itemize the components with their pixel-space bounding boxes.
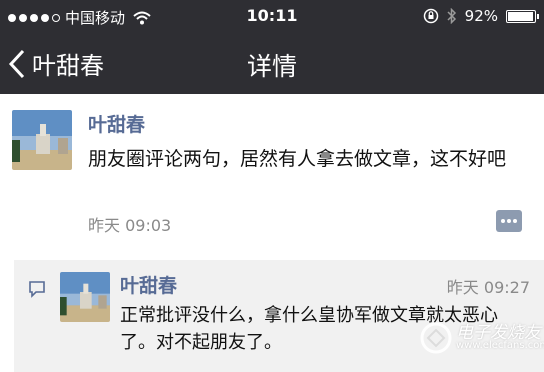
moment-post: 叶甜春 朋友圈评论两句，居然有人拿去做文章，这不好吧 昨天 09:03: [0, 94, 544, 252]
post-content: 朋友圈评论两句，居然有人拿去做文章，这不好吧: [88, 148, 507, 170]
status-bar: 中国移动 10:11 92%: [0, 0, 544, 32]
comment-time: 昨天 09:27: [446, 278, 530, 297]
page-title: 详情: [246, 52, 297, 81]
avatar[interactable]: [60, 272, 110, 322]
bluetooth-icon: [447, 8, 456, 24]
lock-rotation-icon: [423, 8, 438, 24]
comment-action-icon[interactable]: [496, 210, 522, 232]
battery-icon: [506, 9, 539, 23]
comment-text: 正常批评没什么，拿什么皇协军做文章就太恶心了。对不起朋友了。: [120, 305, 498, 353]
avatar[interactable]: [12, 110, 72, 170]
post-author[interactable]: 叶甜春: [88, 110, 145, 137]
comment-author[interactable]: 叶甜春: [120, 271, 177, 298]
comment-area: 叶甜春 昨天 09:27 正常批评没什么，拿什么皇协军做文章就太恶心了。对不起朋…: [0, 252, 544, 372]
nav-bar: 叶甜春 详情: [0, 32, 544, 94]
comment-item[interactable]: 叶甜春 昨天 09:27 正常批评没什么，拿什么皇协军做文章就太恶心了。对不起朋…: [14, 260, 544, 372]
comment-bubble-icon: [29, 281, 45, 298]
battery-percent: 92%: [464, 7, 498, 25]
status-right: 92%: [423, 7, 539, 25]
post-time: 昨天 09:03: [88, 216, 172, 235]
